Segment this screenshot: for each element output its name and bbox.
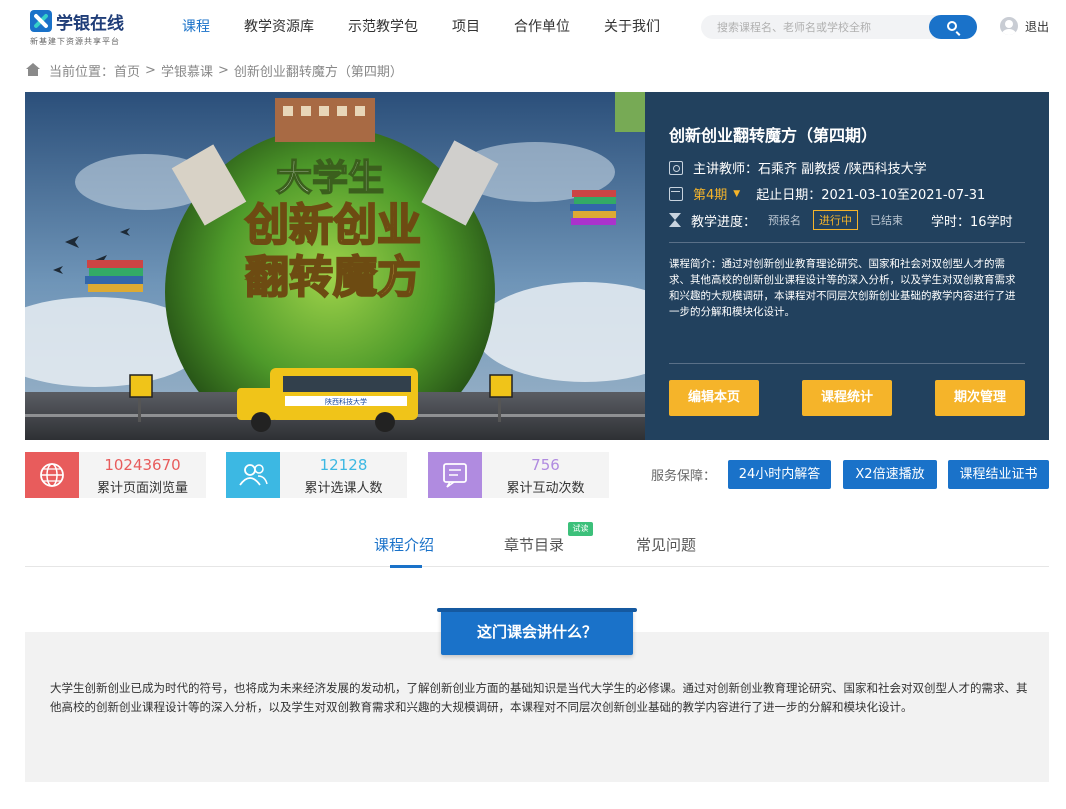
- section-body: 大学生创新创业已成为时代的符号，也将成为未来经济发展的发动机，了解创新创业方面的…: [50, 681, 1028, 714]
- search-bar: [701, 15, 977, 39]
- avatar[interactable]: [1000, 17, 1018, 35]
- service-24h-answer[interactable]: 24小时内解答: [728, 460, 831, 489]
- term-row: 第4期 ▼ 起止日期： 2021-03-10至2021-07-31: [669, 184, 985, 203]
- logo-title: 学银在线: [56, 14, 124, 34]
- active-tab-indicator: [390, 565, 422, 568]
- course-intro: 课程简介：通过对创新创业教育理论研究、国家和社会对双创型人才的需求、其他高校的创…: [669, 256, 1025, 320]
- breadcrumb-mooc[interactable]: 学银慕课: [161, 61, 213, 80]
- cover-title-line2: 创新创业: [245, 200, 421, 251]
- cover-title-line1: 大学生: [276, 157, 384, 199]
- course-cover-illustration: 大学生 创新创业 翻转魔方 陕西科技大学: [25, 92, 645, 440]
- logout-link[interactable]: 退出: [1025, 18, 1049, 35]
- trial-badge: 试读: [568, 522, 593, 536]
- teacher-row: 主讲教师： 石乘齐 副教授 /陕西科技大学: [669, 158, 927, 177]
- search-input[interactable]: [701, 15, 929, 39]
- chat-icon: [428, 452, 482, 498]
- stage-ended: 已结束: [870, 214, 904, 227]
- tab-course-intro[interactable]: 课程介绍: [374, 534, 434, 555]
- search-icon: [947, 21, 957, 31]
- progress-row: 教学进度： 预报名 进行中 已结束 学时： 16学时: [669, 210, 1013, 230]
- stat-value: 12128: [319, 456, 368, 474]
- date-range: 2021-03-10至2021-07-31: [821, 188, 986, 203]
- course-banner: 大学生 创新创业 翻转魔方 陕西科技大学 创新创业翻转魔方（第四期） 主讲教师：…: [25, 92, 1049, 440]
- term-select[interactable]: 第4期: [693, 184, 727, 203]
- globe-icon: [25, 452, 79, 498]
- intro-label: 课程简介：: [669, 258, 722, 270]
- divider: [669, 363, 1025, 364]
- stat-value: 756: [531, 456, 560, 474]
- teacher-icon: [669, 160, 683, 175]
- divider: [669, 242, 1025, 243]
- course-cover-image: 大学生 创新创业 翻转魔方 陕西科技大学: [25, 92, 645, 440]
- stat-box: 10243670 累计页面浏览量: [79, 452, 206, 498]
- breadcrumb-prefix: 当前位置：: [49, 64, 115, 80]
- calendar-icon: [669, 186, 683, 201]
- course-info-panel: 创新创业翻转魔方（第四期） 主讲教师： 石乘齐 副教授 /陕西科技大学 第4期 …: [645, 92, 1049, 440]
- stat-label: 累计页面浏览量: [96, 481, 188, 496]
- edit-page-button[interactable]: 编辑本页: [669, 380, 759, 416]
- service-2x-speed[interactable]: X2倍速播放: [843, 460, 937, 489]
- hours-label: 学时：: [931, 214, 971, 230]
- users-icon: [226, 452, 280, 498]
- site-logo[interactable]: 学银在线 新基建下资源共享平台: [30, 8, 140, 48]
- stat-box: 756 累计互动次数: [482, 452, 609, 498]
- stage-in-progress: 进行中: [813, 210, 859, 230]
- tab-chapters[interactable]: 章节目录: [504, 534, 564, 555]
- course-stats-button[interactable]: 课程统计: [802, 380, 892, 416]
- progress-label: 教学进度：: [691, 214, 757, 230]
- service-label: 服务保障：: [651, 469, 717, 484]
- nav-item-projects[interactable]: 项目: [452, 0, 480, 56]
- teacher-label: 主讲教师：: [693, 162, 759, 177]
- nav-item-resource-library[interactable]: 教学资源库: [244, 0, 314, 56]
- date-label: 起止日期：: [756, 188, 822, 203]
- stat-label: 累计互动次数: [506, 481, 585, 496]
- header: 学银在线 新基建下资源共享平台 课程 教学资源库 示范教学包 项目 合作单位 关…: [0, 0, 1066, 56]
- service-certificate[interactable]: 课程结业证书: [948, 460, 1049, 489]
- hourglass-icon: [669, 213, 681, 227]
- hours-value: 16学时: [970, 214, 1013, 230]
- logo-mark-icon: [30, 10, 52, 32]
- nav-item-about[interactable]: 关于我们: [604, 0, 660, 56]
- logo-subtitle: 新基建下资源共享平台: [30, 37, 120, 46]
- cover-title-line3: 翻转魔方: [245, 252, 421, 303]
- stage-pre-enroll: 预报名: [768, 214, 802, 227]
- breadcrumb: 当前位置： 首页 > 学银慕课 > 创新创业翻转魔方（第四期）: [25, 60, 403, 80]
- stat-value: 10243670: [104, 456, 181, 474]
- main-nav: 课程 教学资源库 示范教学包 项目 合作单位 关于我们: [182, 0, 694, 56]
- search-button[interactable]: [929, 15, 977, 39]
- intro-text: 通过对创新创业教育理论研究、国家和社会对双创型人才的需求、其他高校的创新创业课程…: [669, 258, 1016, 318]
- tab-faq[interactable]: 常见问题: [636, 534, 696, 555]
- section-heading: 这门课会讲什么？: [437, 608, 637, 655]
- nav-item-courses[interactable]: 课程: [182, 0, 210, 56]
- stat-label: 累计选课人数: [304, 481, 383, 496]
- nav-item-demo-packages[interactable]: 示范教学包: [348, 0, 418, 56]
- home-icon: [25, 63, 41, 77]
- stat-box: 12128 累计选课人数: [280, 452, 407, 498]
- breadcrumb-separator: >: [217, 62, 229, 78]
- breadcrumb-current: 创新创业翻转魔方（第四期）: [233, 64, 403, 80]
- nav-item-partners[interactable]: 合作单位: [514, 0, 570, 56]
- breadcrumb-home[interactable]: 首页: [114, 61, 140, 80]
- term-management-button[interactable]: 期次管理: [935, 380, 1025, 416]
- breadcrumb-separator: >: [145, 62, 156, 78]
- tabs-divider: [25, 566, 1049, 567]
- course-title: 创新创业翻转魔方（第四期）: [669, 126, 878, 145]
- chevron-down-icon[interactable]: ▼: [733, 189, 740, 199]
- teacher-name: 石乘齐 副教授 /陕西科技大学: [758, 162, 927, 177]
- bus-label: 陕西科技大学: [325, 397, 367, 406]
